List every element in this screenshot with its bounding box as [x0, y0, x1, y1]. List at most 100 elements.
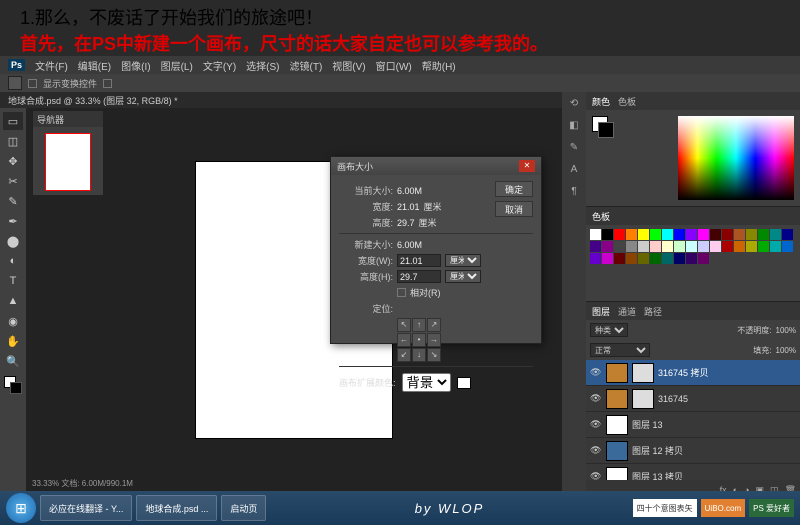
paths-tab[interactable]: 路径 — [644, 305, 662, 318]
swatch-color[interactable] — [662, 229, 673, 240]
layer-mask[interactable] — [632, 363, 654, 383]
ok-button[interactable]: 确定 — [495, 181, 533, 197]
layer-thumbnail[interactable] — [606, 389, 628, 409]
swatch-color[interactable] — [746, 229, 757, 240]
menu-select[interactable]: 选择(S) — [246, 58, 279, 73]
swatch-color[interactable] — [602, 241, 613, 252]
layer-kind-select[interactable]: 种类 — [590, 323, 628, 337]
swatch-color[interactable] — [626, 253, 637, 264]
para-icon[interactable]: ¶ — [566, 186, 582, 202]
swatch-color[interactable] — [698, 253, 709, 264]
swatch-color[interactable] — [782, 229, 793, 240]
swatch-color[interactable] — [638, 253, 649, 264]
swatch-color[interactable] — [590, 253, 601, 264]
new-height-unit-select[interactable]: 厘米 — [445, 270, 481, 283]
channels-tab[interactable]: 通道 — [618, 305, 636, 318]
swatch-color[interactable] — [758, 229, 769, 240]
layer-row[interactable]: 👁图层 12 拷贝 — [586, 438, 800, 464]
swatch-color[interactable] — [614, 253, 625, 264]
swatch-color[interactable] — [710, 241, 721, 252]
move-tool[interactable]: ▭ — [3, 112, 23, 130]
history-icon[interactable]: ⟲ — [566, 98, 582, 114]
lasso-tool[interactable]: ✥ — [3, 152, 23, 170]
properties-icon[interactable]: ◧ — [566, 120, 582, 136]
opacity-value[interactable]: 100% — [776, 326, 796, 335]
swatch-color[interactable] — [674, 229, 685, 240]
color-swatch[interactable] — [4, 376, 22, 394]
swatch-color[interactable] — [626, 241, 637, 252]
cancel-button[interactable]: 取消 — [495, 201, 533, 217]
new-width-input[interactable] — [397, 254, 441, 267]
brush-tool[interactable]: ✎ — [3, 192, 23, 210]
color-panel-swatch[interactable] — [592, 116, 614, 138]
path-tool[interactable]: ▲ — [3, 292, 23, 310]
dodge-tool[interactable]: ◐ — [3, 252, 23, 270]
swatch-color[interactable] — [662, 253, 673, 264]
menu-file[interactable]: 文件(F) — [35, 58, 68, 73]
start-button[interactable]: ⊞ — [6, 493, 36, 523]
layer-mask[interactable] — [632, 389, 654, 409]
dialog-close-icon[interactable]: ✕ — [519, 160, 535, 172]
layer-row[interactable]: 👁316745 — [586, 386, 800, 412]
visibility-icon[interactable]: 👁 — [590, 471, 602, 480]
visibility-icon[interactable]: 👁 — [590, 445, 602, 456]
auto-select-checkbox[interactable] — [28, 79, 37, 88]
swatch-color[interactable] — [734, 241, 745, 252]
transform-checkbox[interactable] — [103, 79, 112, 88]
menu-edit[interactable]: 编辑(E) — [78, 58, 111, 73]
swatch-color[interactable] — [650, 253, 661, 264]
eyedropper-tool[interactable]: ◉ — [3, 312, 23, 330]
pen-tool[interactable]: ✒ — [3, 212, 23, 230]
swatch-color[interactable] — [662, 241, 673, 252]
layer-thumbnail[interactable] — [606, 467, 628, 481]
swatch-color[interactable] — [710, 229, 721, 240]
brush-icon[interactable]: ✎ — [566, 142, 582, 158]
swatch-color[interactable] — [722, 229, 733, 240]
visibility-icon[interactable]: 👁 — [590, 419, 602, 430]
blend-mode-select[interactable]: 正常 — [590, 343, 650, 357]
layer-thumbnail[interactable] — [606, 363, 628, 383]
swatch-color[interactable] — [698, 241, 709, 252]
swatch-color[interactable] — [614, 241, 625, 252]
navigator-panel[interactable]: 导航器 — [32, 110, 104, 196]
layers-tab[interactable]: 图层 — [592, 305, 610, 318]
menu-layer[interactable]: 图层(L) — [161, 58, 193, 73]
relative-checkbox[interactable] — [397, 288, 406, 297]
hand-tool[interactable]: ✋ — [3, 332, 23, 350]
swatch-color[interactable] — [770, 229, 781, 240]
swatch-color[interactable] — [686, 229, 697, 240]
document-tab[interactable]: 地球合成.psd @ 33.3% (图层 32, RGB/8) * — [0, 92, 186, 108]
task-2[interactable]: 地球合成.psd ... — [136, 495, 217, 521]
layer-row[interactable]: 👁图层 13 — [586, 412, 800, 438]
swatch-grid[interactable] — [586, 225, 800, 301]
visibility-icon[interactable]: 👁 — [590, 393, 602, 404]
swatch-color[interactable] — [674, 241, 685, 252]
swatch-color[interactable] — [650, 229, 661, 240]
marquee-tool[interactable]: ◫ — [3, 132, 23, 150]
color-spectrum[interactable] — [678, 116, 794, 200]
ext-color-select[interactable]: 背景 — [402, 373, 451, 392]
fill-value[interactable]: 100% — [776, 346, 796, 355]
menu-type[interactable]: 文字(Y) — [203, 58, 236, 73]
swatch-color[interactable] — [590, 241, 601, 252]
color-tab[interactable]: 颜色 — [592, 95, 610, 108]
swatch-color[interactable] — [590, 229, 601, 240]
task-1[interactable]: 必应在线翻译 - Y... — [40, 495, 132, 521]
swatches-tab[interactable]: 色板 — [592, 210, 610, 223]
shape-tool[interactable]: ⬤ — [3, 232, 23, 250]
crop-tool[interactable]: ✂ — [3, 172, 23, 190]
swatch-color[interactable] — [602, 253, 613, 264]
menu-view[interactable]: 视图(V) — [332, 58, 365, 73]
layer-row[interactable]: 👁316745 拷贝 — [586, 360, 800, 386]
new-height-input[interactable] — [397, 270, 441, 283]
menu-image[interactable]: 图像(I) — [121, 58, 150, 73]
type-tool[interactable]: T — [3, 272, 23, 290]
swatch-color[interactable] — [722, 241, 733, 252]
swatch-color[interactable] — [698, 229, 709, 240]
swatch-color[interactable] — [602, 229, 613, 240]
swatch-color[interactable] — [734, 229, 745, 240]
swatch-color[interactable] — [650, 241, 661, 252]
menu-filter[interactable]: 滤镜(T) — [290, 58, 323, 73]
anchor-grid[interactable]: ↖↑↗ ←•→ ↙↓↘ — [397, 318, 533, 362]
new-width-unit-select[interactable]: 厘米 — [445, 254, 481, 267]
